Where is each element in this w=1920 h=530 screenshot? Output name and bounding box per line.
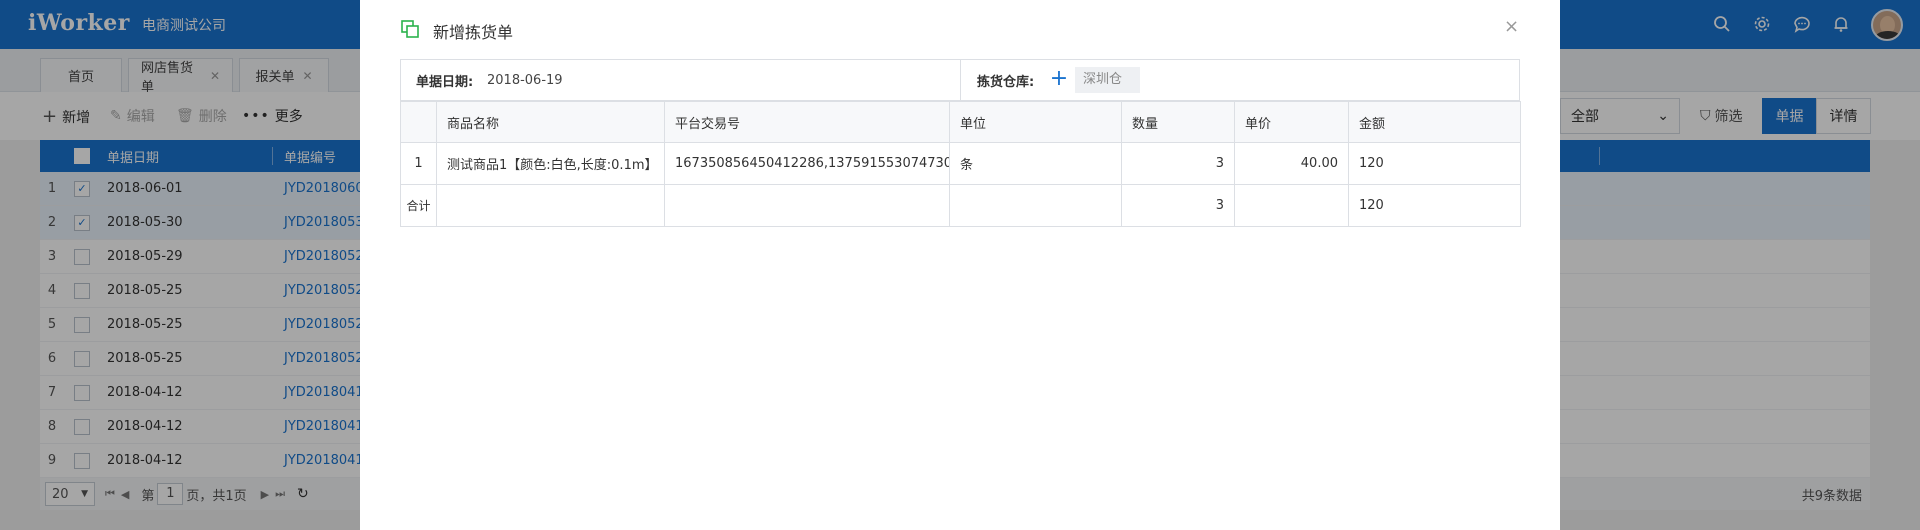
col-product-name: 商品名称	[436, 101, 665, 143]
col-unit: 单位	[949, 101, 1122, 143]
plus-icon[interactable]: +	[1049, 68, 1069, 90]
new-picking-dialog: 新增拣货单 × 单据日期: 2018-06-19 拣货仓库: + 深圳仓 商品名…	[360, 0, 1560, 530]
col-trade-no: 平台交易号	[664, 101, 950, 143]
dialog-title: 新增拣货单	[433, 23, 514, 42]
total-row: 合计 3 120	[400, 184, 1521, 227]
cell-trade-no[interactable]: 167350856450412286,137591553074730334	[664, 142, 950, 185]
col-amount: 金额	[1348, 101, 1521, 143]
total-label: 合计	[400, 184, 437, 227]
date-label: 单据日期:	[416, 74, 474, 90]
dialog-header: 新增拣货单 ×	[360, 0, 1560, 56]
warehouse-label: 拣货仓库:	[977, 74, 1035, 90]
cell-price[interactable]: 40.00	[1234, 142, 1349, 185]
cell-product-name[interactable]: 测试商品1【颜色:白色,长度:0.1m】	[436, 142, 665, 185]
table-row[interactable]: 1 测试商品1【颜色:白色,长度:0.1m】 16735085645041228…	[400, 142, 1521, 185]
cell-unit[interactable]: 条	[949, 142, 1122, 185]
total-amount: 120	[1348, 184, 1521, 227]
total-qty: 3	[1121, 184, 1235, 227]
cell-qty[interactable]: 3	[1121, 142, 1235, 185]
cell-amount: 120	[1348, 142, 1521, 185]
col-qty: 数量	[1121, 101, 1235, 143]
date-field[interactable]: 2018-06-19	[487, 73, 563, 88]
col-price: 单价	[1234, 101, 1349, 143]
close-icon[interactable]: ×	[1504, 16, 1519, 37]
form-header-row: 单据日期: 2018-06-19 拣货仓库: + 深圳仓	[400, 59, 1520, 101]
items-table: 商品名称 平台交易号 单位 数量 单价 金额 1 测试商品1【颜色:白色,长度:…	[400, 101, 1521, 227]
copy-doc-icon	[401, 20, 419, 38]
items-header-row: 商品名称 平台交易号 单位 数量 单价 金额	[400, 101, 1521, 143]
warehouse-field[interactable]: 深圳仓	[1075, 67, 1140, 93]
